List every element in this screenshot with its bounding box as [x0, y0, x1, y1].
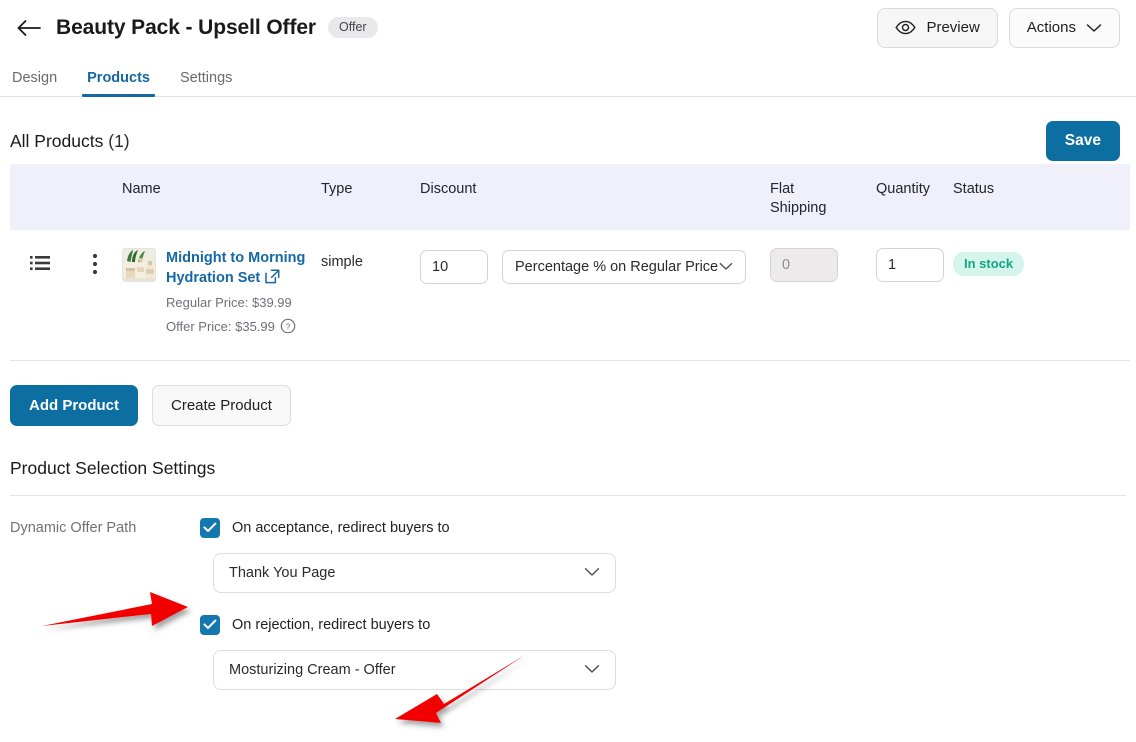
create-product-button[interactable]: Create Product: [152, 384, 291, 426]
discount-cell: Percentage % on Regular Price: [416, 248, 766, 284]
flat-shipping-input[interactable]: [770, 248, 838, 282]
product-identity: Midnight to Morning Hydration Set Regula…: [122, 248, 313, 340]
acceptance-checkbox-row[interactable]: On acceptance, redirect buyers to: [200, 517, 1126, 538]
rejection-redirect-select[interactable]: Mosturizing Cream - Offer: [213, 649, 616, 690]
table-row: Midnight to Morning Hydration Set Regula…: [10, 230, 1130, 361]
tab-settings[interactable]: Settings: [178, 70, 234, 96]
table-header-row: Name Type Discount Flat Shipping Quantit…: [10, 164, 1130, 230]
tab-design[interactable]: Design: [10, 70, 59, 96]
top-bar-actions: Preview Actions: [877, 7, 1128, 48]
acceptance-checkbox[interactable]: [200, 517, 220, 538]
flat-shipping-line-1: Flat: [770, 181, 795, 197]
product-thumbnail-image: [123, 249, 155, 281]
chevron-down-icon: [719, 259, 733, 275]
page-section-title: All Products (1): [10, 131, 130, 152]
eye-icon: [895, 20, 917, 35]
page-title: Beauty Pack - Upsell Offer: [56, 15, 316, 39]
product-thumbnail-icon: [122, 248, 156, 282]
offer-type-badge: Offer: [328, 16, 378, 39]
check-icon: [203, 522, 217, 533]
save-button[interactable]: Save: [1045, 121, 1120, 161]
preview-button[interactable]: Preview: [877, 7, 998, 48]
product-type: simple: [321, 254, 363, 270]
column-header-discount: Discount: [420, 181, 477, 197]
regular-price: Regular Price: $39.99: [166, 295, 292, 310]
dynamic-offer-path-row: Dynamic Offer Path On acceptance, redire…: [0, 496, 1136, 690]
dynamic-offer-path-label: Dynamic Offer Path: [10, 519, 137, 536]
column-header-status: Status: [953, 181, 995, 197]
flat-shipping-line-2: Shipping: [770, 200, 827, 217]
help-circle-icon[interactable]: ?: [280, 318, 296, 340]
arrow-left-icon: [17, 19, 41, 36]
product-name-block: Midnight to Morning Hydration Set Regula…: [166, 248, 313, 340]
rejection-redirect-value: Mosturizing Cream - Offer: [229, 661, 396, 678]
chevron-down-icon: [1086, 23, 1102, 32]
chevron-down-icon: [584, 662, 600, 678]
discount-type-select[interactable]: Percentage % on Regular Price: [502, 250, 746, 284]
column-header-name: Name: [122, 181, 161, 197]
products-table: Name Type Discount Flat Shipping Quantit…: [10, 164, 1130, 361]
more-vertical-icon: [92, 253, 98, 275]
all-products-label: All Products: [10, 130, 104, 151]
quantity-input[interactable]: [876, 248, 944, 282]
row-menu-button[interactable]: [72, 248, 118, 275]
rejection-checkbox-label: On rejection, redirect buyers to: [232, 616, 431, 633]
product-name-link[interactable]: Midnight to Morning Hydration Set: [166, 250, 305, 286]
drag-handle[interactable]: [10, 248, 72, 273]
external-link-icon[interactable]: [265, 269, 280, 289]
status-badge: In stock: [953, 252, 1025, 276]
product-name-cell: Midnight to Morning Hydration Set Regula…: [118, 248, 317, 340]
status-cell: In stock: [949, 248, 1109, 276]
tab-bar: Design Products Settings: [0, 55, 1136, 97]
product-selection-settings-title: Product Selection Settings: [10, 457, 216, 478]
preview-button-label: Preview: [926, 19, 980, 36]
products-section-header: All Products (1) Save: [0, 97, 1136, 161]
discount-value-input[interactable]: [420, 250, 488, 284]
product-action-buttons: Add Product Create Product: [0, 361, 1136, 426]
acceptance-redirect-value: Thank You Page: [229, 564, 336, 581]
tab-products[interactable]: Products: [82, 70, 155, 97]
column-header-type: Type: [321, 181, 353, 197]
top-bar: Beauty Pack - Upsell Offer Offer Preview…: [0, 0, 1136, 55]
discount-type-value: Percentage % on Regular Price: [515, 259, 719, 275]
offer-price: Offer Price: $35.99: [166, 318, 275, 334]
acceptance-checkbox-label: On acceptance, redirect buyers to: [232, 519, 450, 536]
add-product-button[interactable]: Add Product: [10, 384, 138, 426]
column-header-flat-shipping: Flat Shipping: [766, 180, 872, 218]
acceptance-redirect-select[interactable]: Thank You Page: [213, 552, 616, 593]
quantity-cell: [872, 248, 949, 282]
rejection-checkbox-row[interactable]: On rejection, redirect buyers to: [200, 614, 1126, 635]
back-button[interactable]: [10, 9, 48, 47]
dynamic-offer-path-body: On acceptance, redirect buyers to Thank …: [200, 517, 1126, 690]
actions-button-label: Actions: [1026, 19, 1076, 36]
rejection-checkbox[interactable]: [200, 614, 220, 635]
actions-button[interactable]: Actions: [1008, 7, 1120, 48]
product-count: (1): [108, 130, 130, 151]
list-handle-icon: [30, 256, 50, 270]
svg-text:?: ?: [285, 321, 290, 331]
check-icon: [203, 619, 217, 630]
column-header-quantity: Quantity: [876, 181, 930, 197]
flat-shipping-cell: [766, 248, 872, 282]
chevron-down-icon: [584, 565, 600, 581]
offer-price-line: Offer Price: $35.99?: [166, 318, 313, 340]
